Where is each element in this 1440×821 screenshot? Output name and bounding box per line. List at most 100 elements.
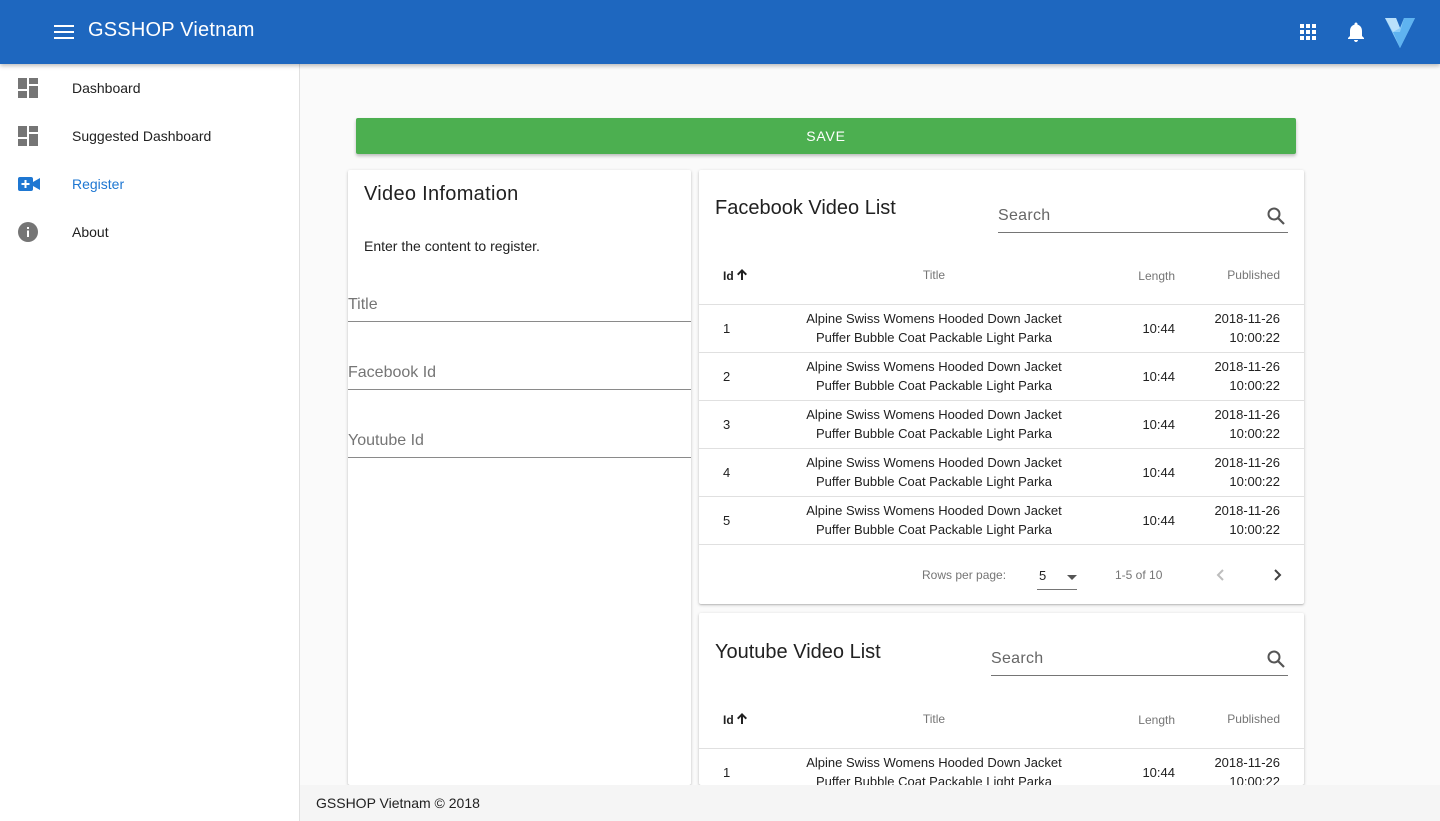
table-row[interactable]: 1 Alpine Swiss Womens Hooded Down Jacket…	[699, 304, 1304, 353]
sidebar-item-label: Dashboard	[72, 80, 141, 96]
published-time: 10:00:22	[1229, 522, 1280, 537]
cell-published: 2018-11-26 10:00:22	[1189, 304, 1304, 353]
cell-length: 10:44	[1099, 448, 1189, 497]
cell-length: 10:44	[1099, 352, 1189, 401]
sidebar-item-register[interactable]: Register	[0, 160, 299, 208]
apps-grid-icon[interactable]	[1284, 8, 1332, 56]
table-row[interactable]: 3 Alpine Swiss Womens Hooded Down Jacket…	[699, 400, 1304, 449]
published-date: 2018-11-26	[1214, 503, 1280, 518]
title-line: Puffer Bubble Coat Packable Light Parka	[815, 774, 1053, 785]
column-length[interactable]: Length	[1099, 248, 1189, 305]
menu-icon[interactable]	[50, 18, 78, 46]
rows-per-page-value: 5	[1039, 568, 1047, 583]
youtube-search[interactable]	[991, 642, 1288, 676]
facebook-id-input[interactable]	[348, 358, 691, 388]
arrow-up-icon	[737, 712, 748, 727]
title-field[interactable]	[348, 290, 691, 322]
title-line: Puffer Bubble Coat Packable Light Parka	[815, 378, 1053, 393]
youtube-video-table: Id Title Length Published 1 Alpine Swiss…	[699, 692, 1304, 785]
youtube-search-input[interactable]	[991, 643, 1264, 674]
column-id[interactable]: Id	[699, 692, 769, 749]
facebook-video-table: Id Title Length Published 1 Alpine Swiss…	[699, 248, 1304, 545]
published-time: 10:00:22	[1229, 426, 1280, 441]
youtube-id-input[interactable]	[348, 426, 691, 456]
video-info-subtitle: Enter the content to register.	[364, 238, 540, 254]
table-row[interactable]: 1 Alpine Swiss Womens Hooded Down Jacket…	[699, 748, 1304, 785]
cell-published: 2018-11-26 10:00:22	[1189, 748, 1304, 785]
search-icon[interactable]	[1264, 647, 1288, 671]
table-row[interactable]: 5 Alpine Swiss Womens Hooded Down Jacket…	[699, 496, 1304, 545]
published-time: 10:00:22	[1229, 474, 1280, 489]
chevron-right-icon[interactable]	[1266, 563, 1290, 587]
rows-per-page-select[interactable]: 5	[1037, 562, 1077, 590]
title-line: Alpine Swiss Womens Hooded Down Jacket	[806, 503, 1062, 518]
vuetify-logo[interactable]	[1384, 15, 1416, 49]
youtube-video-card: Youtube Video List Id Title Length Publi…	[699, 613, 1304, 785]
youtube-id-field[interactable]	[348, 426, 691, 458]
facebook-search[interactable]	[998, 199, 1288, 233]
title-line: Alpine Swiss Womens Hooded Down Jacket	[806, 755, 1062, 770]
cell-title: Alpine Swiss Womens Hooded Down Jacket Pu…	[769, 496, 1099, 545]
title-line: Puffer Bubble Coat Packable Light Parka	[815, 474, 1053, 489]
table-pagination: Rows per page: 5 1-5 of 10	[699, 546, 1304, 604]
chevron-left-icon[interactable]	[1208, 563, 1232, 587]
table-row[interactable]: 4 Alpine Swiss Womens Hooded Down Jacket…	[699, 448, 1304, 497]
facebook-id-field[interactable]	[348, 358, 691, 390]
video-info-title: Video Infomation	[364, 183, 519, 205]
bell-icon[interactable]	[1332, 8, 1380, 56]
sidebar-item-dashboard[interactable]: Dashboard	[0, 64, 299, 112]
facebook-search-input[interactable]	[998, 200, 1264, 231]
sidebar-item-label: Register	[72, 176, 125, 192]
title-line: Puffer Bubble Coat Packable Light Parka	[815, 426, 1053, 441]
title-input[interactable]	[348, 290, 691, 320]
published-time: 10:00:22	[1229, 774, 1280, 785]
column-length[interactable]: Length	[1099, 692, 1189, 749]
footer: GSSHOP Vietnam © 2018	[300, 785, 1440, 821]
app-title: GSSHOP Vietnam	[88, 19, 255, 41]
published-date: 2018-11-26	[1214, 311, 1280, 326]
cell-title: Alpine Swiss Womens Hooded Down Jacket Pu…	[769, 304, 1099, 353]
cell-id: 1	[699, 748, 769, 785]
title-line: Alpine Swiss Womens Hooded Down Jacket	[806, 311, 1062, 326]
column-id[interactable]: Id	[699, 248, 769, 305]
cell-id: 1	[699, 304, 769, 353]
cell-title: Alpine Swiss Womens Hooded Down Jacket Pu…	[769, 400, 1099, 449]
cell-length: 10:44	[1099, 400, 1189, 449]
cell-id: 3	[699, 400, 769, 449]
cell-published: 2018-11-26 10:00:22	[1189, 400, 1304, 449]
column-published[interactable]: Published	[1189, 248, 1304, 305]
sidebar-item-about[interactable]: About	[0, 208, 299, 256]
title-line: Alpine Swiss Womens Hooded Down Jacket	[806, 359, 1062, 374]
cell-length: 10:44	[1099, 748, 1189, 785]
facebook-list-title: Facebook Video List	[715, 197, 896, 219]
column-label: Id	[723, 268, 734, 283]
column-title[interactable]: Title	[769, 692, 1099, 749]
caret-down-icon	[1067, 568, 1077, 583]
published-time: 10:00:22	[1229, 330, 1280, 345]
table-header-row: Id Title Length Published	[699, 248, 1304, 305]
cell-published: 2018-11-26 10:00:22	[1189, 496, 1304, 545]
youtube-list-title: Youtube Video List	[715, 641, 881, 663]
table-row[interactable]: 2 Alpine Swiss Womens Hooded Down Jacket…	[699, 352, 1304, 401]
published-date: 2018-11-26	[1214, 755, 1280, 770]
sidebar-item-suggested-dashboard[interactable]: Suggested Dashboard	[0, 112, 299, 160]
video-add-icon	[0, 177, 72, 191]
search-icon[interactable]	[1264, 204, 1288, 228]
published-date: 2018-11-26	[1214, 455, 1280, 470]
title-line: Puffer Bubble Coat Packable Light Parka	[815, 522, 1053, 537]
video-info-card	[348, 170, 691, 785]
cell-title: Alpine Swiss Womens Hooded Down Jacket Pu…	[769, 352, 1099, 401]
dashboard-icon	[0, 126, 72, 146]
title-line: Puffer Bubble Coat Packable Light Parka	[815, 330, 1053, 345]
cell-length: 10:44	[1099, 496, 1189, 545]
save-button[interactable]: SAVE	[356, 118, 1296, 154]
published-time: 10:00:22	[1229, 378, 1280, 393]
dashboard-icon	[0, 78, 72, 98]
title-line: Alpine Swiss Womens Hooded Down Jacket	[806, 455, 1062, 470]
column-published[interactable]: Published	[1189, 692, 1304, 749]
footer-text: GSSHOP Vietnam © 2018	[316, 795, 480, 811]
cell-length: 10:44	[1099, 304, 1189, 353]
table-header-row: Id Title Length Published	[699, 692, 1304, 749]
cell-id: 2	[699, 352, 769, 401]
column-title[interactable]: Title	[769, 248, 1099, 305]
